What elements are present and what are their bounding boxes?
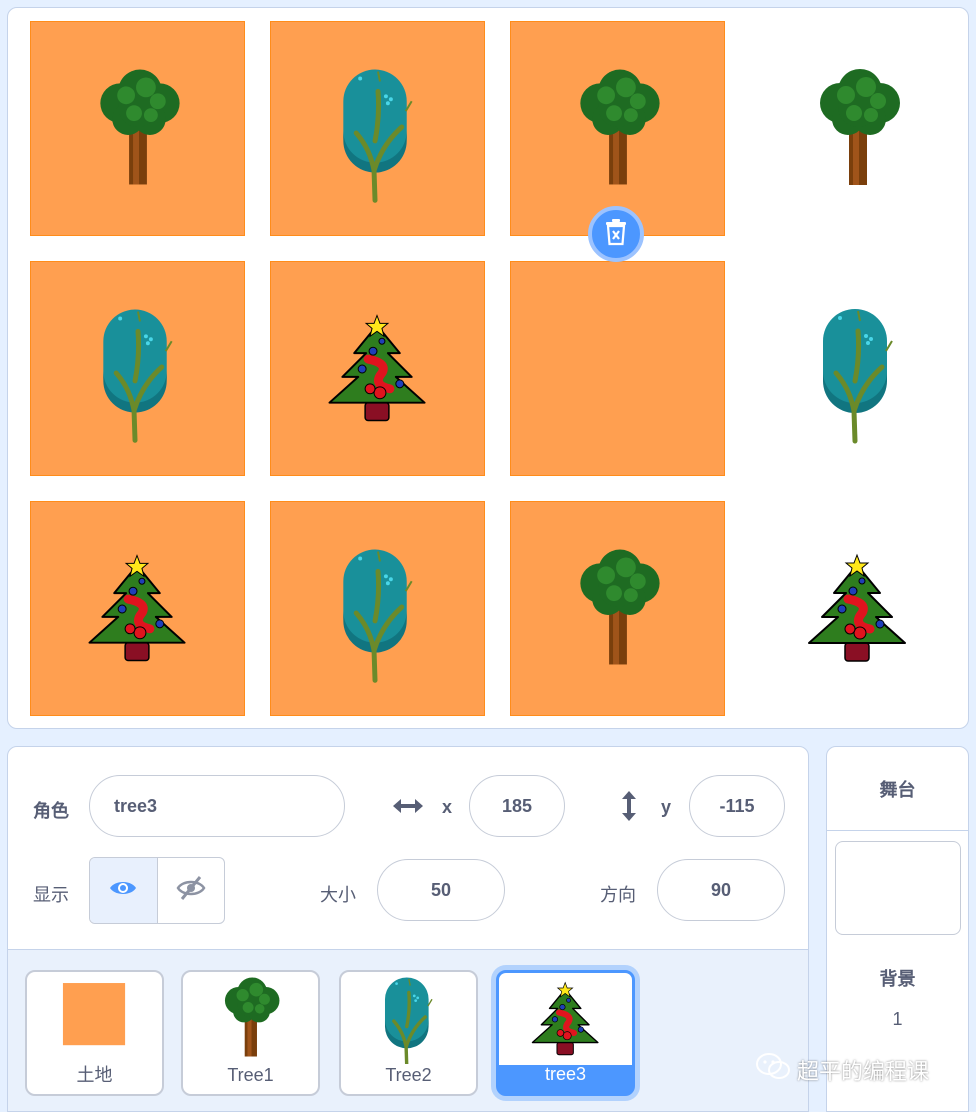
wechat-icon xyxy=(755,1052,791,1088)
teal-tree-sprite[interactable] xyxy=(271,22,484,235)
watermark-text: 超平的编程课 xyxy=(797,1059,930,1084)
stage-thumbnail[interactable] xyxy=(835,841,961,935)
eye-slash-icon xyxy=(176,875,206,906)
grid-cell[interactable] xyxy=(30,21,245,236)
backdrop-label: 背景 xyxy=(879,969,916,989)
sprite-tile-name: 土地 xyxy=(76,1065,113,1085)
watermark: 超平的编程课 xyxy=(755,1052,929,1088)
eye-icon xyxy=(108,877,138,904)
xmas-tree-sprite[interactable] xyxy=(750,501,965,716)
sprite-properties: 角色 tree3 x 185 y -115 显示 大小 50 方向 90 xyxy=(8,747,808,949)
sprite-label: 角色 xyxy=(33,801,69,821)
grid-cell[interactable] xyxy=(750,21,965,236)
sprite-info-panel: 角色 tree3 x 185 y -115 显示 大小 50 方向 90 土地 … xyxy=(7,746,809,1112)
leafy-thumbnail-art xyxy=(224,977,280,1057)
grid-cell[interactable] xyxy=(30,261,245,476)
sprite-tile[interactable]: Tree2 xyxy=(339,970,478,1096)
leafy-tree-sprite[interactable] xyxy=(750,21,965,236)
show-button[interactable] xyxy=(90,858,157,923)
y-input[interactable]: -115 xyxy=(689,775,785,837)
leafy-tree-sprite[interactable] xyxy=(31,22,244,235)
size-label: 大小 xyxy=(320,885,356,905)
sprite-tile-name: Tree2 xyxy=(385,1065,432,1085)
grid-cell[interactable] xyxy=(750,261,965,476)
grid-cell[interactable] xyxy=(510,21,725,236)
teal-tree-sprite[interactable] xyxy=(31,262,244,475)
direction-input[interactable]: 90 xyxy=(657,859,785,921)
teal-tree-sprite[interactable] xyxy=(271,502,484,715)
sprite-tile[interactable]: tree3 xyxy=(496,970,635,1096)
grid-cell[interactable] xyxy=(510,261,725,476)
sprite-thumbnail xyxy=(183,972,318,1064)
hide-button[interactable] xyxy=(156,858,225,923)
x-arrows-icon xyxy=(391,794,425,818)
teal-tree-sprite[interactable] xyxy=(750,261,965,476)
grid-cell[interactable] xyxy=(30,501,245,716)
sprite-thumbnail xyxy=(341,972,476,1070)
xmas-tree-sprite[interactable] xyxy=(271,262,484,475)
size-input[interactable]: 50 xyxy=(377,859,505,921)
stage-canvas[interactable] xyxy=(7,7,969,729)
y-label: y xyxy=(661,797,672,817)
sprite-tile[interactable]: Tree1 xyxy=(181,970,320,1096)
x-input[interactable]: 185 xyxy=(469,775,565,837)
x-label: x xyxy=(442,797,453,817)
trash-icon xyxy=(604,218,628,251)
visibility-toggle xyxy=(89,857,225,924)
land-thumbnail-art xyxy=(62,983,126,1046)
grid-cell[interactable] xyxy=(270,261,485,476)
xmas-thumbnail-art xyxy=(531,981,599,1056)
leafy-tree-sprite[interactable] xyxy=(511,502,724,715)
direction-label: 方向 xyxy=(600,885,636,905)
teal-thumbnail-art xyxy=(384,977,433,1070)
show-label: 显示 xyxy=(33,885,69,905)
grid-cell[interactable] xyxy=(750,501,965,716)
stage-title: 舞台 xyxy=(827,747,968,831)
sprite-list: 土地 Tree1 Tree2 tree3 xyxy=(8,949,808,1111)
grid-cell[interactable] xyxy=(510,501,725,716)
delete-sprite-button[interactable] xyxy=(588,206,644,262)
backdrop-count: 1 xyxy=(892,1009,903,1029)
grid-cell[interactable] xyxy=(270,21,485,236)
sprite-name-input[interactable]: tree3 xyxy=(89,775,345,837)
leafy-tree-sprite[interactable] xyxy=(511,22,724,235)
sprite-thumbnail xyxy=(27,972,162,1064)
grid-cell[interactable] xyxy=(270,501,485,716)
sprite-tile[interactable]: 土地 xyxy=(25,970,164,1096)
xmas-tree-sprite[interactable] xyxy=(31,502,244,715)
sprite-tile-name: Tree1 xyxy=(227,1065,274,1085)
sprite-thumbnail xyxy=(499,973,632,1065)
y-arrows-icon xyxy=(617,789,641,823)
sprite-tile-name: tree3 xyxy=(544,1064,587,1084)
